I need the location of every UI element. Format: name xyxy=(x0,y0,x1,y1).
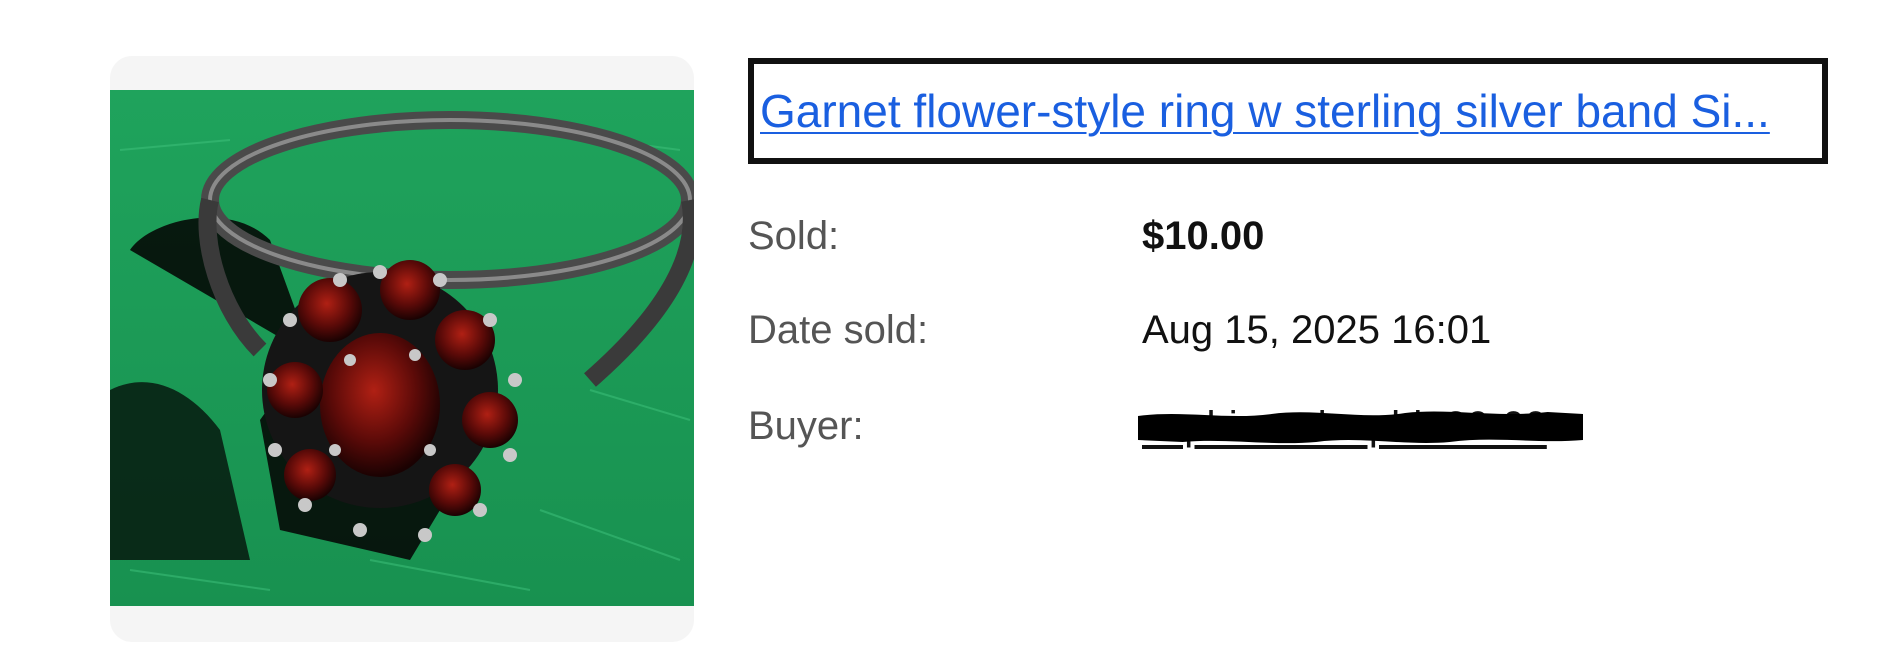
sold-price: $10.00 xyxy=(1142,213,1265,258)
item-image-card[interactable] xyxy=(110,56,694,642)
date-sold-label: Date sold: xyxy=(748,307,929,352)
sold-row: Sold: $10.00 xyxy=(748,206,1264,266)
date-sold-row: Date sold: Aug 15, 2025 16:01 xyxy=(748,300,1491,360)
buyer-label: Buyer: xyxy=(748,403,864,448)
sold-label: Sold: xyxy=(748,213,840,258)
date-sold-value: Aug 15, 2025 16:01 xyxy=(1142,307,1492,352)
item-title-link[interactable]: Garnet flower-style ring w sterling silv… xyxy=(760,84,1816,138)
item-title-box: Garnet flower-style ring w sterling silv… xyxy=(748,58,1828,164)
buyer-row: Buyer: sophieandsophie20-00 xyxy=(748,396,1584,456)
buyer-value-wrap: sophieandsophie20-00 xyxy=(1138,404,1584,449)
buyer-username-link[interactable]: sophieandsophie20-00 xyxy=(1142,404,1547,448)
ring-image[interactable] xyxy=(110,90,694,606)
